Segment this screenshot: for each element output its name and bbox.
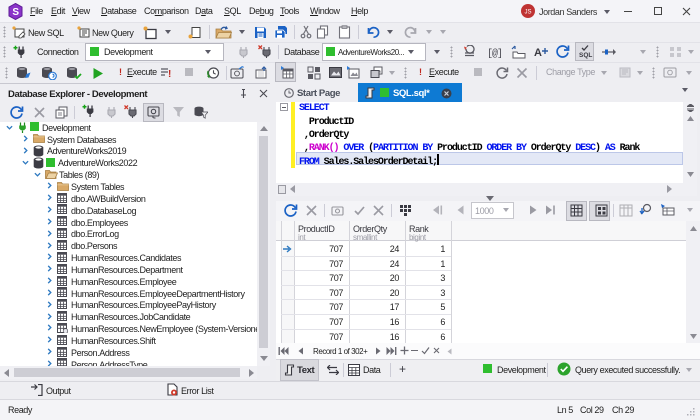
svg-text:[@]: [@] bbox=[487, 48, 502, 59]
svg-text:S: S bbox=[12, 7, 19, 18]
svg-text:A: A bbox=[534, 47, 542, 59]
svg-text:SQL: SQL bbox=[579, 52, 592, 59]
svg-text:JS: JS bbox=[524, 10, 531, 16]
svg-text:!: ! bbox=[168, 69, 171, 79]
